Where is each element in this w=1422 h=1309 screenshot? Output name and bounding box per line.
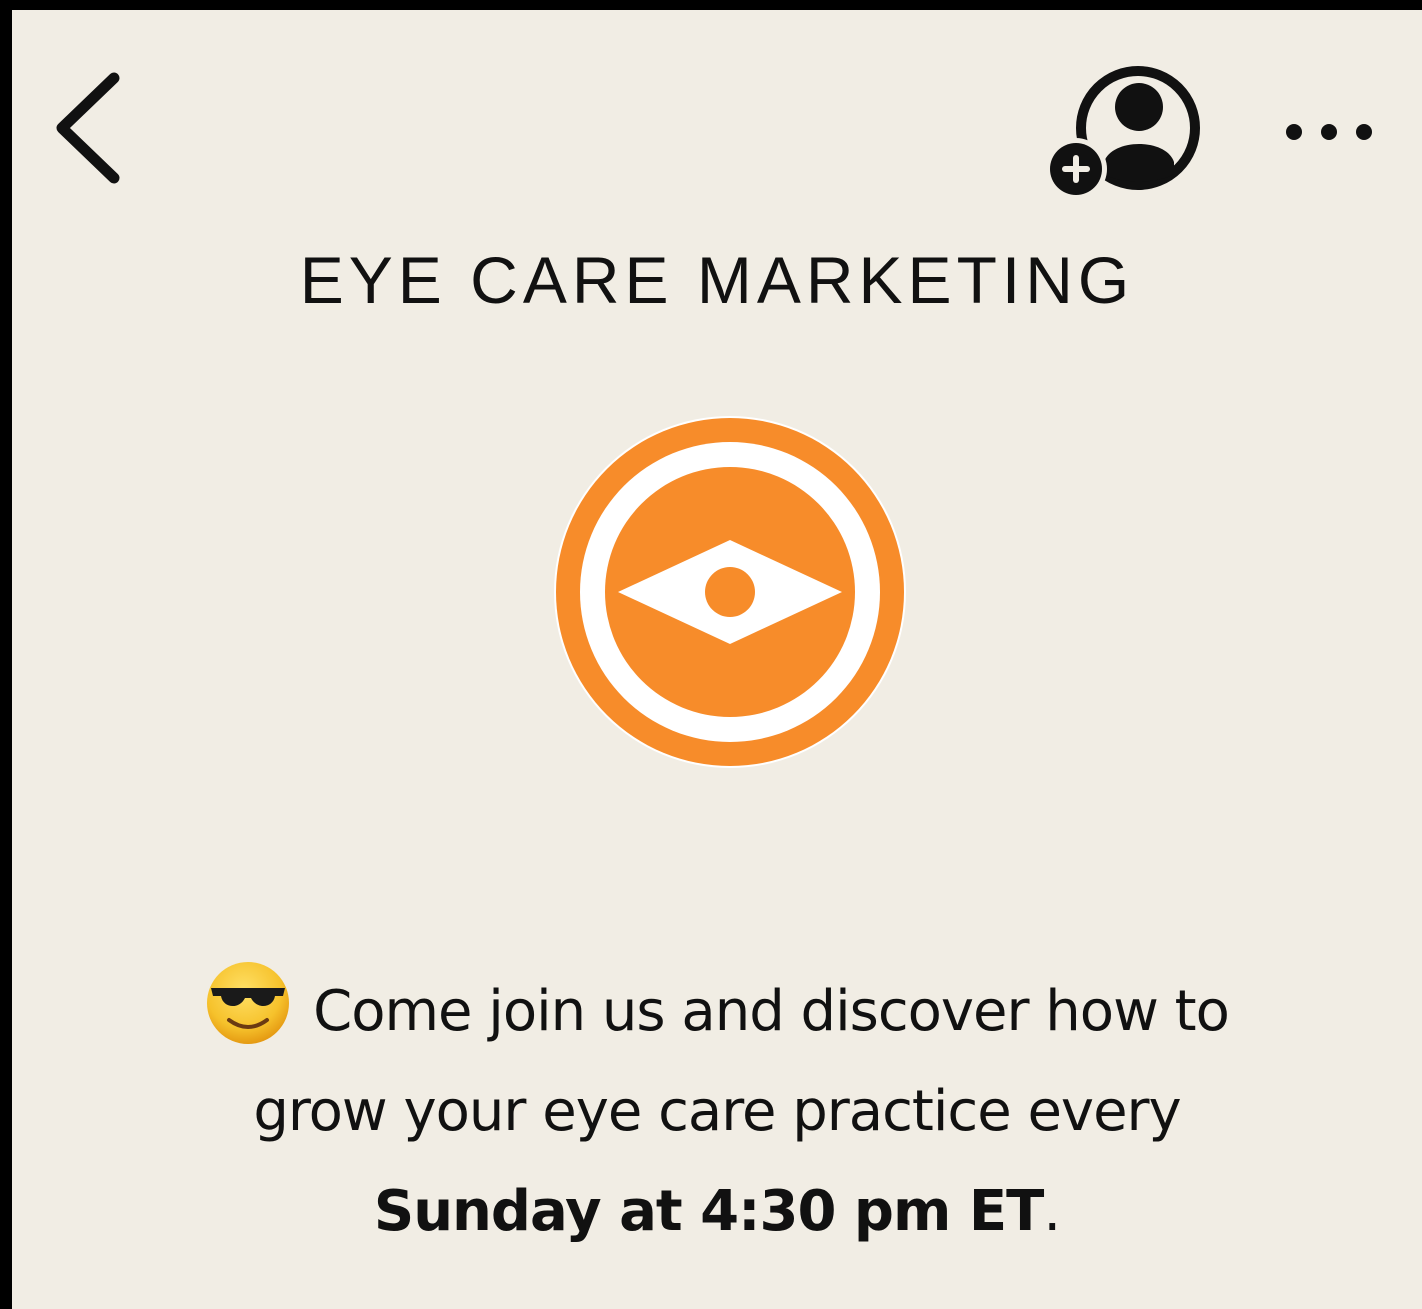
description-line-1: Come join us and discover how to xyxy=(12,960,1422,1062)
schedule-text: Sunday at 4:30 pm ET xyxy=(373,1179,1044,1244)
more-options-button[interactable] xyxy=(1274,100,1394,160)
description-line-3: Sunday at 4:30 pm ET. xyxy=(12,1162,1422,1262)
back-button[interactable] xyxy=(52,68,132,188)
club-logo[interactable] xyxy=(554,416,906,768)
chevron-left-icon xyxy=(56,72,120,184)
club-title: EYE CARE MARKETING xyxy=(299,243,1135,317)
smiling-face-with-sunglasses-emoji xyxy=(207,962,290,1044)
club-screen: EYE CARE MARKETING Come join us and disc… xyxy=(12,10,1422,1309)
club-description: Come join us and discover how to grow yo… xyxy=(12,960,1422,1262)
description-text-line-2: grow your eye care practice every xyxy=(253,1079,1181,1144)
ellipsis-icon xyxy=(1286,124,1372,140)
description-end-punctuation: . xyxy=(1043,1179,1061,1244)
add-person-icon xyxy=(1045,66,1200,200)
orange-eye-logo xyxy=(554,416,906,768)
description-text-line-1: Come join us and discover how to xyxy=(313,979,1230,1044)
add-member-button[interactable] xyxy=(1038,62,1208,202)
